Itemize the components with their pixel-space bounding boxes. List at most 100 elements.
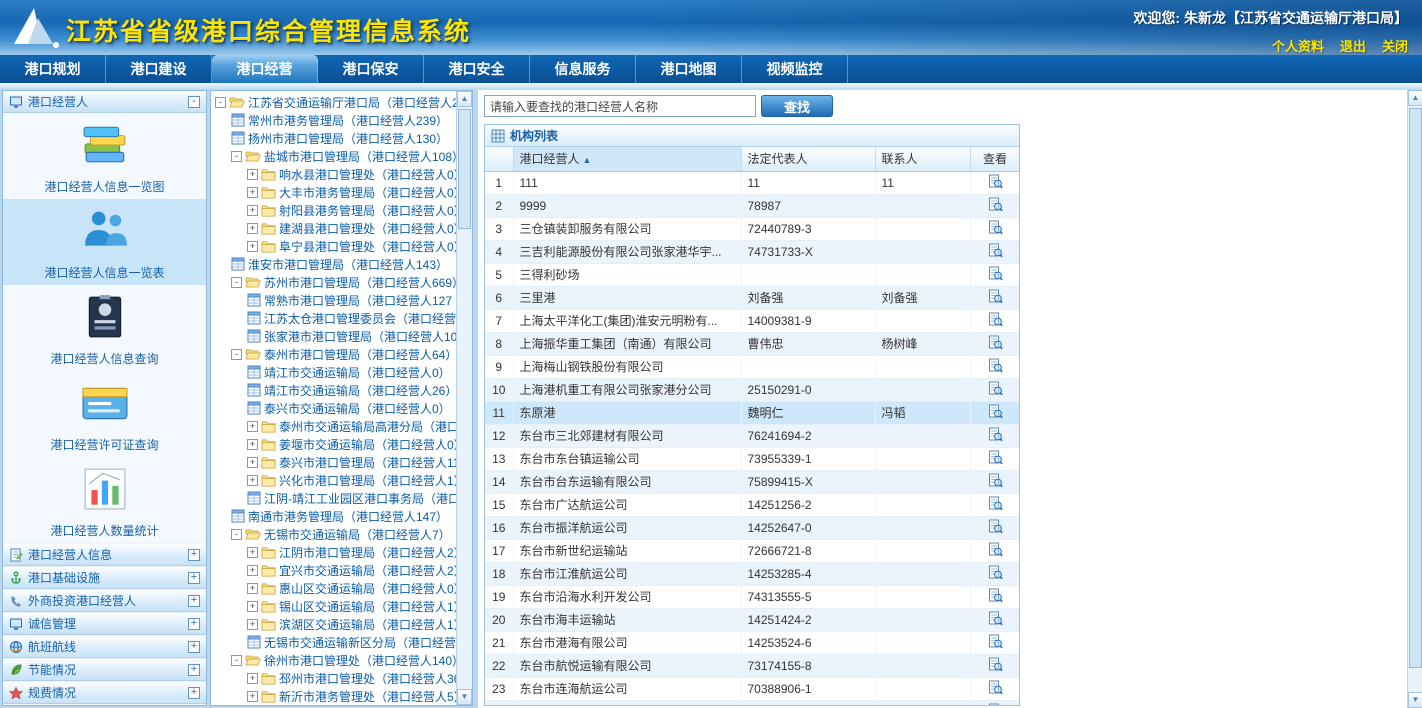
expand-button[interactable]: + <box>188 618 200 630</box>
table-row[interactable]: 6三里港刘备强刘备强 <box>485 286 1020 309</box>
top-link[interactable]: 退出 <box>1340 39 1366 54</box>
tree-expand-expander[interactable]: + <box>247 223 258 234</box>
expand-button[interactable]: + <box>188 549 200 561</box>
column-header[interactable] <box>485 147 513 171</box>
tree-item[interactable]: 靖江市交通运输局（港口经营人0） <box>213 363 456 381</box>
tree-item[interactable]: 江苏太仓港口管理委员会（港口经营 <box>213 309 456 327</box>
tree-item[interactable]: 南通市港务管理局（港口经营人147） <box>213 507 456 525</box>
tree-expand-expander[interactable]: + <box>247 421 258 432</box>
view-icon[interactable] <box>988 542 1003 557</box>
table-row[interactable]: 13东台市东台镇运输公司73955339-1 <box>485 447 1020 470</box>
expand-button[interactable]: + <box>188 572 200 584</box>
tree-expand-expander[interactable]: + <box>247 691 258 702</box>
sidebar-accordion-header[interactable]: 港口经营人信息+ <box>3 543 206 566</box>
tree-expand-expander[interactable]: + <box>247 169 258 180</box>
view-icon[interactable] <box>988 266 1003 281</box>
tree-item[interactable]: +邳州市港口管理处（港口经营人36） <box>213 669 456 687</box>
tree-item[interactable]: +泰兴市港口管理局（港口经营人11） <box>213 453 456 471</box>
tree-item[interactable]: +滨湖区交通运输局（港口经营人1） <box>213 615 456 633</box>
scrollbar-thumb[interactable] <box>1409 108 1422 668</box>
tree-item[interactable]: 淮安市港口管理局（港口经营人143） <box>213 255 456 273</box>
scroll-up-button[interactable]: ▲ <box>457 91 472 107</box>
sidebar-accordion-header[interactable]: 航班航线+ <box>3 635 206 658</box>
sidebar-item[interactable]: 港口经营人数量统计 <box>3 457 206 543</box>
tree-item[interactable]: 常州市港务管理局（港口经营人239） <box>213 111 456 129</box>
view-icon[interactable] <box>988 703 1003 707</box>
tree-item[interactable]: +宜兴市交通运输局（港口经营人2） <box>213 561 456 579</box>
table-row[interactable]: 16东台市振洋航运公司14252647-0 <box>485 516 1020 539</box>
tree-item[interactable]: 靖江市交通运输局（港口经营人26） <box>213 381 456 399</box>
tree-expand-expander[interactable]: + <box>247 241 258 252</box>
view-icon[interactable] <box>988 519 1003 534</box>
view-icon[interactable] <box>988 450 1003 465</box>
tree-item[interactable]: +大丰市港务管理局（港口经营人0） <box>213 183 456 201</box>
tree-item[interactable]: -无锡市交通运输局（港口经营人7） <box>213 525 456 543</box>
sidebar-item[interactable]: 港口经营人信息查询 <box>3 285 206 371</box>
tree-expand-expander[interactable]: + <box>247 457 258 468</box>
tree-item[interactable]: 扬州市港口管理局（港口经营人130） <box>213 129 456 147</box>
search-button[interactable]: 查找 <box>761 95 833 117</box>
view-icon[interactable] <box>988 427 1003 442</box>
sidebar-accordion-header[interactable]: 节能情况+ <box>3 658 206 681</box>
table-row[interactable]: 10上海港机重工有限公司张家港分公司25150291-0 <box>485 378 1020 401</box>
tree-expand-expander[interactable]: + <box>247 673 258 684</box>
view-icon[interactable] <box>988 588 1003 603</box>
view-icon[interactable] <box>988 680 1003 695</box>
scroll-up-button[interactable]: ▲ <box>1408 90 1422 106</box>
tree-collapse-expander[interactable]: - <box>231 277 242 288</box>
table-row[interactable]: 14东台市台东运输有限公司75899415-X <box>485 470 1020 493</box>
table-row[interactable]: 17东台市新世纪运输站72666721-8 <box>485 539 1020 562</box>
table-row[interactable]: 22东台市航悦运输有限公司73174155-8 <box>485 654 1020 677</box>
view-icon[interactable] <box>988 565 1003 580</box>
view-icon[interactable] <box>988 289 1003 304</box>
tree-item[interactable]: 张家港市港口管理局（港口经营人10 <box>213 327 456 345</box>
tree-expand-expander[interactable]: + <box>247 475 258 486</box>
table-row[interactable]: 2999978987 <box>485 194 1020 217</box>
tree-expand-expander[interactable]: + <box>247 583 258 594</box>
table-row[interactable]: 7上海太平洋化工(集团)淮安元明粉有...14009381-9 <box>485 309 1020 332</box>
tree-item[interactable]: +锡山区交通运输局（港口经营人1） <box>213 597 456 615</box>
view-icon[interactable] <box>988 611 1003 626</box>
tree-item[interactable]: -苏州市港口管理局（港口经营人669） <box>213 273 456 291</box>
tree-item[interactable]: -江苏省交通运输厅港口局（港口经营人200 <box>213 93 456 111</box>
search-input[interactable] <box>484 95 756 117</box>
table-row[interactable]: 11111111 <box>485 171 1020 194</box>
tree-collapse-expander[interactable]: - <box>231 349 242 360</box>
sidebar-accordion-header[interactable]: 港口基础设施+ <box>3 566 206 589</box>
table-row[interactable]: 19东台市沿海水利开发公司74313555-5 <box>485 585 1020 608</box>
nav-tab[interactable]: 港口建设 <box>106 55 212 83</box>
tree-collapse-expander[interactable]: - <box>231 151 242 162</box>
tree-item[interactable]: +射阳县港务管理局（港口经营人0） <box>213 201 456 219</box>
table-row[interactable]: 21东台市港海有限公司14253524-6 <box>485 631 1020 654</box>
tree-expand-expander[interactable]: + <box>247 439 258 450</box>
sidebar-item[interactable]: 港口经营许可证查询 <box>3 371 206 457</box>
tree-item[interactable]: +响水县港口管理处（港口经营人0） <box>213 165 456 183</box>
tree-item[interactable]: +惠山区交通运输局（港口经营人0） <box>213 579 456 597</box>
view-icon[interactable] <box>988 174 1003 189</box>
tree-item[interactable]: -徐州市港口管理处（港口经营人140） <box>213 651 456 669</box>
expand-button[interactable]: + <box>188 641 200 653</box>
tree-expand-expander[interactable]: + <box>247 619 258 630</box>
top-link[interactable]: 关闭 <box>1382 39 1408 54</box>
view-icon[interactable] <box>988 220 1003 235</box>
expand-button[interactable]: + <box>188 687 200 699</box>
table-row[interactable]: 8上海振华重工集团（南通）有限公司曹伟忠杨树峰 <box>485 332 1020 355</box>
nav-tab[interactable]: 港口安全 <box>424 55 530 83</box>
tree-item[interactable]: -盐城市港口管理局（港口经营人108） <box>213 147 456 165</box>
table-row[interactable]: 3三仓镇装卸服务有限公司72440789-3 <box>485 217 1020 240</box>
table-row[interactable]: 18东台市江淮航运公司14253285-4 <box>485 562 1020 585</box>
sidebar-accordion-header[interactable]: 规费情况+ <box>3 681 206 704</box>
collapse-button[interactable]: - <box>188 96 200 108</box>
nav-tab[interactable]: 视频监控 <box>742 55 848 83</box>
scroll-down-button[interactable]: ▼ <box>457 689 472 705</box>
scrollbar-thumb[interactable] <box>458 109 471 229</box>
tree-item[interactable]: +姜堰市交通运输局（港口经营人0） <box>213 435 456 453</box>
view-icon[interactable] <box>988 243 1003 258</box>
nav-tab[interactable]: 港口经营 <box>212 55 318 83</box>
tree-item[interactable]: +泰州市交通运输局高港分局（港口经 <box>213 417 456 435</box>
column-header[interactable]: 查看 <box>970 147 1020 171</box>
sidebar-accordion-header[interactable]: 外商投资港口经营人+ <box>3 589 206 612</box>
tree-collapse-expander[interactable]: - <box>231 655 242 666</box>
table-row[interactable]: 5三得利砂场 <box>485 263 1020 286</box>
top-link[interactable]: 个人资料 <box>1272 39 1324 54</box>
